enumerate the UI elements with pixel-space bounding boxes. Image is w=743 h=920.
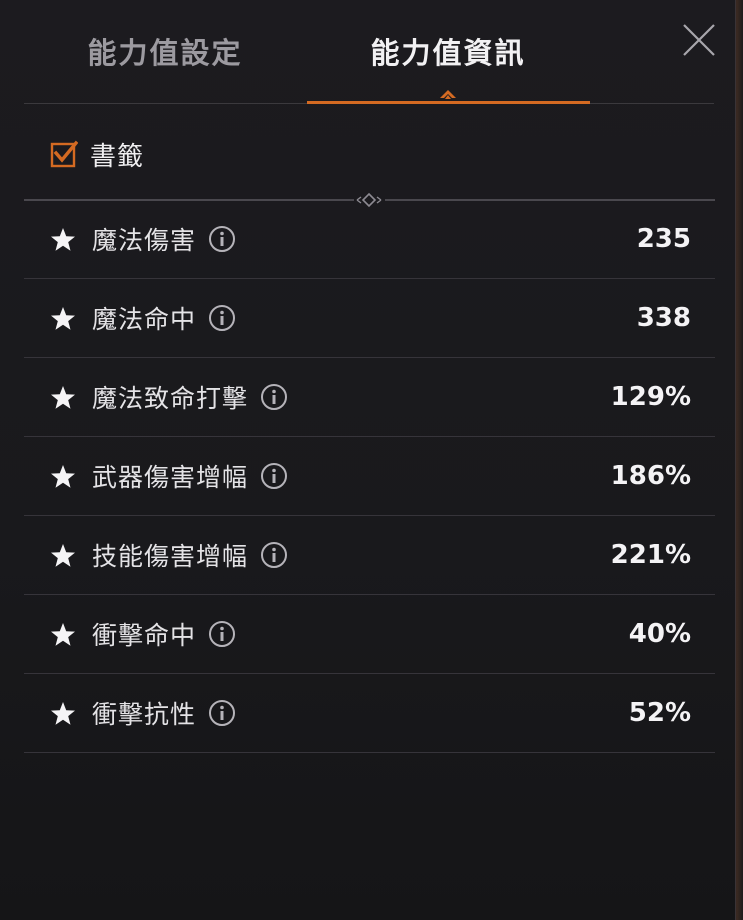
stat-value: 129% (610, 382, 691, 412)
info-icon[interactable] (208, 699, 236, 727)
stats-panel: 能力值設定 能力值資訊 書籤 魔法傷害 235 魔法命中 338 魔法致命打擊 … (0, 0, 736, 920)
stat-row: 技能傷害增幅 221% (24, 516, 715, 595)
star-icon (51, 465, 75, 488)
star-icon (51, 307, 75, 330)
stat-value: 235 (636, 224, 691, 254)
star-icon (51, 623, 75, 646)
star-icon (51, 228, 75, 251)
info-icon[interactable] (208, 620, 236, 648)
tab-stat-info[interactable]: 能力值資訊 (330, 30, 566, 76)
info-icon[interactable] (260, 541, 288, 569)
info-icon[interactable] (208, 225, 236, 253)
info-icon[interactable] (260, 383, 288, 411)
stat-label: 武器傷害增幅 (92, 463, 249, 492)
stat-label: 魔法傷害 (92, 226, 197, 255)
close-icon[interactable] (681, 22, 717, 58)
stat-row: 魔法命中 338 (24, 279, 715, 358)
stat-row: 魔法傷害 235 (24, 200, 715, 279)
stat-value: 338 (636, 303, 691, 333)
checkbox-checked-icon[interactable] (50, 140, 78, 168)
star-icon (51, 702, 75, 725)
tab-stat-settings[interactable]: 能力值設定 (50, 30, 280, 76)
star-icon (51, 544, 75, 567)
stat-label: 衝擊抗性 (92, 700, 197, 729)
info-icon[interactable] (260, 462, 288, 490)
tab-bar: 能力值設定 能力值資訊 (0, 0, 735, 106)
star-icon (51, 386, 75, 409)
stat-value: 221% (610, 540, 691, 570)
stat-row: 魔法致命打擊 129% (24, 358, 715, 437)
bookmark-label: 書籤 (90, 141, 145, 172)
active-tab-marker-icon (440, 90, 456, 99)
stat-value: 186% (610, 461, 691, 491)
stat-list: 魔法傷害 235 魔法命中 338 魔法致命打擊 129% 武器傷害增幅 186… (24, 200, 715, 753)
stat-label: 魔法致命打擊 (92, 384, 249, 413)
stat-row: 衝擊抗性 52% (24, 674, 715, 753)
stat-label: 技能傷害增幅 (92, 542, 249, 571)
info-icon[interactable] (208, 304, 236, 332)
stat-label: 魔法命中 (92, 305, 197, 334)
stat-value: 52% (628, 698, 691, 728)
bookmark-toggle[interactable]: 書籤 (50, 137, 145, 172)
stat-value: 40% (628, 619, 691, 649)
stat-row: 武器傷害增幅 186% (24, 437, 715, 516)
stat-label: 衝擊命中 (92, 621, 197, 650)
stat-row: 衝擊命中 40% (24, 595, 715, 674)
